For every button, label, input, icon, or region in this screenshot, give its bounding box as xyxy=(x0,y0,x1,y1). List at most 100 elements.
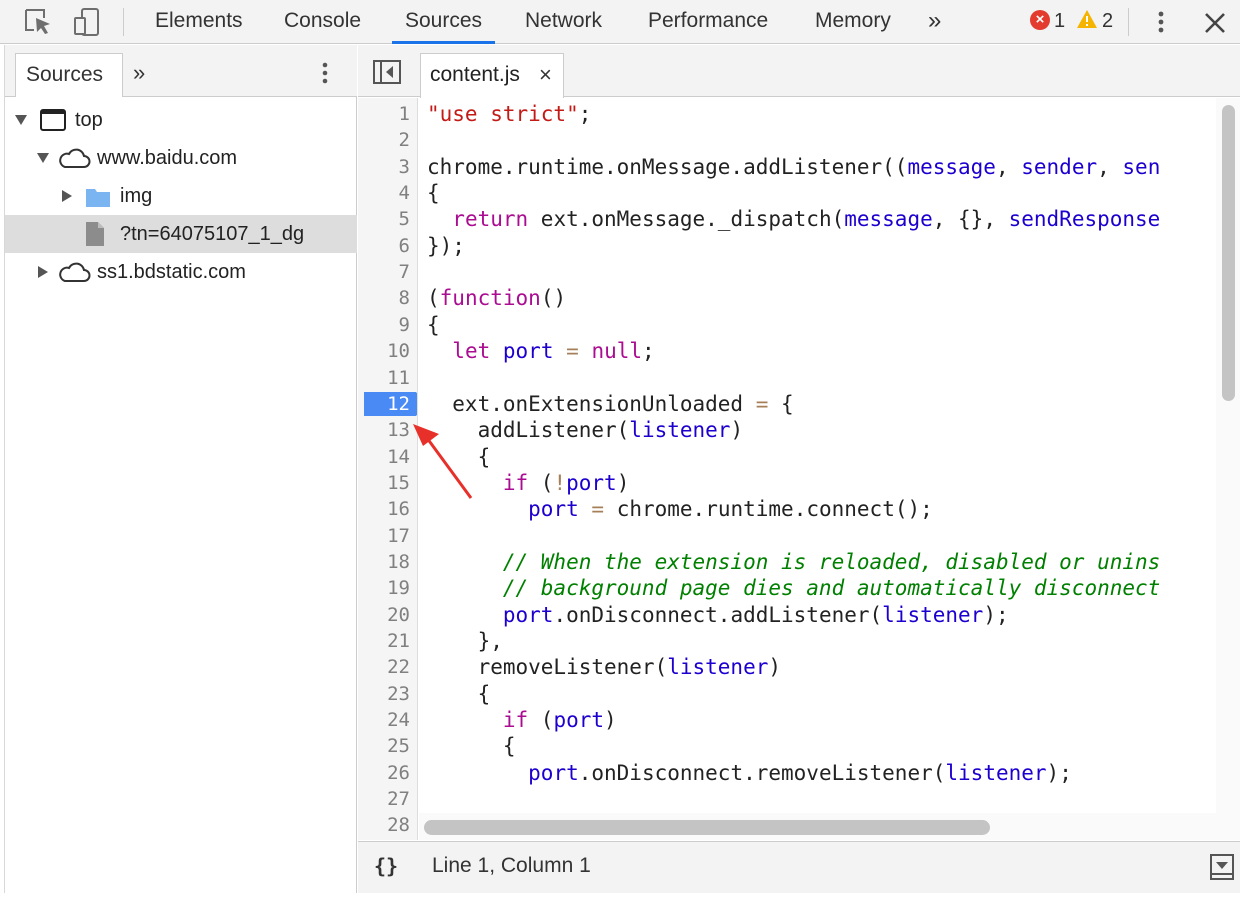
code-line[interactable]: { xyxy=(427,444,491,470)
line-number[interactable]: 4 xyxy=(358,180,410,206)
code-line[interactable]: { xyxy=(427,180,440,206)
error-count[interactable]: 1 xyxy=(1054,0,1065,44)
line-number[interactable]: 3 xyxy=(358,154,410,180)
tree-item-label: ss1.bdstatic.com xyxy=(97,261,246,283)
tree-item-top[interactable]: top xyxy=(5,101,357,139)
line-number[interactable]: 22 xyxy=(358,654,410,680)
code-line[interactable]: port.onDisconnect.removeListener(listene… xyxy=(427,760,1072,786)
code-line[interactable]: "use strict"; xyxy=(427,101,591,127)
line-number[interactable]: 9 xyxy=(358,312,410,338)
collapsed-triangle-icon[interactable] xyxy=(61,190,73,202)
line-number[interactable]: 21 xyxy=(358,628,410,654)
line-number[interactable]: 1 xyxy=(358,101,410,127)
line-number[interactable]: 17 xyxy=(358,523,410,549)
line-number[interactable]: 14 xyxy=(358,444,410,470)
error-icon[interactable]: × xyxy=(1030,10,1050,30)
line-number[interactable]: 16 xyxy=(358,496,410,522)
code-line[interactable]: { xyxy=(427,312,440,338)
toggle-navigator-icon[interactable] xyxy=(372,59,402,85)
code-line[interactable]: ext.onExtensionUnloaded = { xyxy=(427,391,793,417)
active-tab-indicator xyxy=(392,41,496,44)
code-line[interactable]: { xyxy=(427,733,516,759)
code-line[interactable]: let port = null; xyxy=(427,338,654,364)
line-number[interactable]: 11 xyxy=(358,365,410,391)
tab-sources[interactable]: Sources xyxy=(392,0,496,44)
line-number[interactable]: 28 xyxy=(358,812,410,838)
line-number[interactable]: 7 xyxy=(358,259,410,285)
toggle-debugger-icon[interactable] xyxy=(1210,854,1234,880)
code-line[interactable]: // background page dies and automaticall… xyxy=(427,575,1160,601)
line-number[interactable]: 20 xyxy=(358,602,410,628)
navigator-header: Sources » xyxy=(5,45,357,97)
tree-item-folder[interactable]: img xyxy=(5,177,357,215)
pretty-print-button[interactable]: {} xyxy=(374,842,398,890)
line-number[interactable]: 24 xyxy=(358,707,410,733)
line-number[interactable]: 25 xyxy=(358,733,410,759)
vertical-scroll-thumb[interactable] xyxy=(1222,105,1235,401)
tree-item-file[interactable]: ?tn=64075107_1_dg xyxy=(5,215,357,253)
close-tab-icon[interactable]: × xyxy=(539,54,552,96)
cloud-icon xyxy=(59,262,91,282)
file-icon xyxy=(86,222,104,246)
expanded-triangle-icon[interactable] xyxy=(37,152,49,164)
code-line[interactable]: (function() xyxy=(427,285,566,311)
collapsed-triangle-icon[interactable] xyxy=(37,266,49,278)
line-number[interactable]: 15 xyxy=(358,470,410,496)
code-line[interactable]: // When the extension is reloaded, disab… xyxy=(427,549,1160,575)
line-number[interactable]: 26 xyxy=(358,760,410,786)
line-number[interactable]: 2 xyxy=(358,127,410,153)
more-tabs-button[interactable]: » xyxy=(928,0,941,44)
kebab-menu-icon[interactable] xyxy=(1150,6,1172,38)
close-icon[interactable] xyxy=(1200,6,1230,38)
line-number[interactable]: 10 xyxy=(358,338,410,364)
navigator-kebab-icon[interactable] xyxy=(317,57,333,89)
tab-network[interactable]: Network xyxy=(525,0,602,44)
line-number[interactable]: 18 xyxy=(358,549,410,575)
tab-sources-label: Sources xyxy=(405,9,483,32)
folder-icon xyxy=(86,189,110,207)
code-line[interactable]: port.onDisconnect.addListener(listener); xyxy=(427,602,1009,628)
code-line[interactable]: }, xyxy=(427,628,503,654)
tab-console[interactable]: Console xyxy=(284,0,361,44)
code-line[interactable]: if (!port) xyxy=(427,470,629,496)
device-toolbar-icon[interactable] xyxy=(72,6,104,38)
tab-sources-navigator[interactable]: Sources xyxy=(15,53,123,97)
line-number[interactable]: 6 xyxy=(358,233,410,259)
inspect-element-icon[interactable] xyxy=(22,6,54,38)
tab-content-js[interactable]: content.js × xyxy=(420,53,564,98)
tree-item-domain[interactable]: ss1.bdstatic.com xyxy=(5,253,357,291)
toolbar-separator xyxy=(123,8,124,36)
tree-item-domain[interactable]: www.baidu.com xyxy=(5,139,357,177)
horizontal-scroll-thumb[interactable] xyxy=(424,820,990,835)
code-line[interactable]: { xyxy=(427,681,491,707)
line-number[interactable]: 13 xyxy=(358,417,410,443)
code-line[interactable]: return ext.onMessage._dispatch(message, … xyxy=(427,206,1160,232)
line-number[interactable]: 27 xyxy=(358,786,410,812)
code-area[interactable]: "use strict"; chrome.runtime.onMessage.ad… xyxy=(419,98,1215,808)
navigator-more-button[interactable]: » xyxy=(133,53,145,93)
tab-elements[interactable]: Elements xyxy=(155,0,243,44)
expanded-triangle-icon[interactable] xyxy=(15,114,27,126)
line-number[interactable]: 8 xyxy=(358,285,410,311)
code-line[interactable]: }); xyxy=(427,233,465,259)
line-number[interactable]: 19 xyxy=(358,575,410,601)
code-line[interactable]: chrome.runtime.onMessage.addListener((me… xyxy=(427,154,1160,180)
line-number[interactable]: 23 xyxy=(358,681,410,707)
line-number[interactable]: 12 xyxy=(358,391,410,417)
cursor-position: Line 1, Column 1 xyxy=(432,854,591,877)
warning-icon[interactable] xyxy=(1076,9,1098,29)
code-line[interactable]: removeListener(listener) xyxy=(427,654,781,680)
editor-tab-bar: content.js × xyxy=(358,45,1240,98)
warning-count[interactable]: 2 xyxy=(1102,0,1113,44)
tab-performance[interactable]: Performance xyxy=(648,0,768,44)
line-number[interactable]: 5 xyxy=(358,206,410,232)
code-line[interactable]: addListener(listener) xyxy=(427,417,744,443)
code-line[interactable]: if (port) xyxy=(427,707,617,733)
sources-navigator: Sources » top www.baidu.com img ?tn=6407… xyxy=(5,45,357,893)
code-line[interactable]: port = chrome.runtime.connect(); xyxy=(427,496,933,522)
cloud-icon xyxy=(59,148,91,168)
frame-icon xyxy=(40,109,66,131)
line-number-gutter[interactable]: 1 2 3 4 5 6 7 8 9 10 11 12 13 14 15 16 17 18 19 20 21 22 23 24 2… xyxy=(358,98,418,840)
source-editor: content.js × 1 2 3 4 5 6 7 8 9 10 11 12 13 14 15 16 17 18… xyxy=(358,45,1240,893)
tab-memory[interactable]: Memory xyxy=(815,0,891,44)
